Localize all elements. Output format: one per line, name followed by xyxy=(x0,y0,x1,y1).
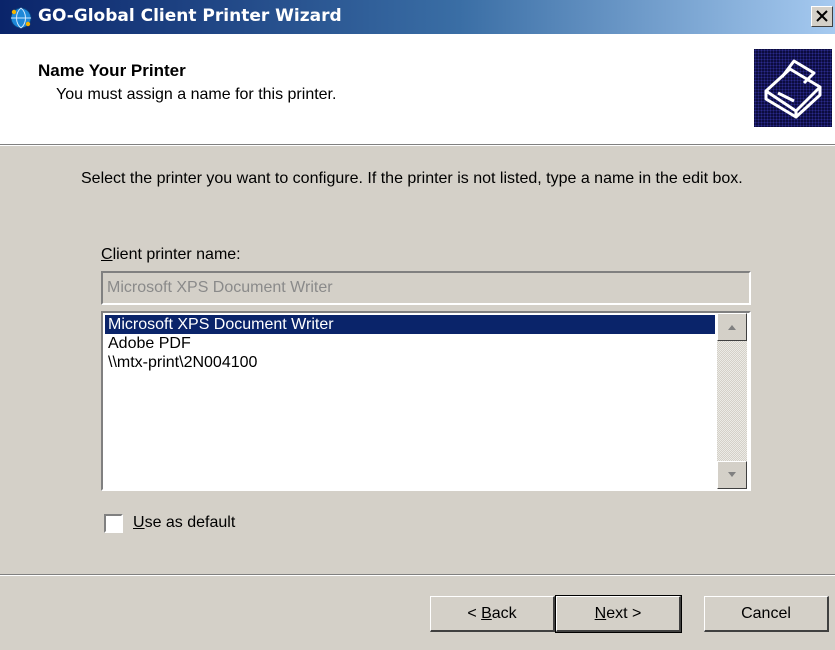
scroll-up-button[interactable] xyxy=(717,313,747,341)
client-printer-name-field[interactable] xyxy=(101,271,751,305)
instructions-text: Select the printer you want to configure… xyxy=(81,170,743,187)
back-button[interactable]: < Back xyxy=(430,596,555,632)
printer-list[interactable]: Microsoft XPS Document Writer Adobe PDF … xyxy=(101,311,751,491)
use-as-default-label[interactable]: Use as default xyxy=(133,514,235,532)
use-as-default-checkbox[interactable] xyxy=(104,514,123,533)
arrow-down-icon xyxy=(728,472,736,477)
client-printer-name-label: Client printer name: xyxy=(101,246,241,263)
wizard-header: Name Your Printer You must assign a name… xyxy=(0,34,835,145)
list-item[interactable]: Microsoft XPS Document Writer xyxy=(105,315,715,334)
footer-divider-highlight xyxy=(0,575,835,576)
scroll-down-button[interactable] xyxy=(717,461,747,489)
header-divider xyxy=(0,145,835,146)
window-title: GO-Global Client Printer Wizard xyxy=(38,6,342,26)
list-item[interactable]: Adobe PDF xyxy=(105,334,715,353)
title-bar[interactable]: GO-Global Client Printer Wizard xyxy=(0,0,835,34)
page-title: Name Your Printer xyxy=(38,61,186,80)
cancel-button[interactable]: Cancel xyxy=(704,596,829,632)
printer-list-items: Microsoft XPS Document Writer Adobe PDF … xyxy=(105,315,715,372)
close-button[interactable] xyxy=(811,6,833,27)
globe-icon xyxy=(10,7,32,29)
list-item[interactable]: \\mtx-print\2N004100 xyxy=(105,353,715,372)
printer-icon xyxy=(754,49,832,127)
page-subtitle: You must assign a name for this printer. xyxy=(56,86,337,103)
next-button[interactable]: Next > xyxy=(555,595,682,633)
close-icon xyxy=(816,10,828,22)
list-scrollbar[interactable] xyxy=(717,313,747,489)
arrow-up-icon xyxy=(728,325,736,330)
